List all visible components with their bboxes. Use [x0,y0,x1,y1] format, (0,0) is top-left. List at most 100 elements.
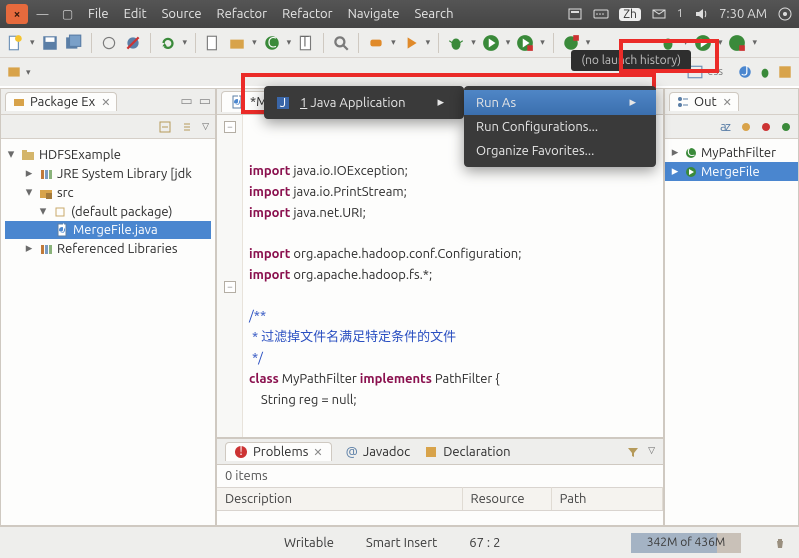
menu-navigate[interactable]: Navigate [342,7,406,21]
toggle-mark-icon[interactable] [100,34,118,52]
tree-file-mergefile[interactable]: J MergeFile.java [5,221,211,239]
menu-source[interactable]: Source [156,7,208,21]
menu-search[interactable]: Search [408,7,459,21]
outline-item-mypathfilter[interactable]: ▸ C MyPathFilter [665,143,798,162]
view-toolbar: ▽ [1,115,215,139]
tab-javadoc[interactable]: @ Javadoc [346,445,411,459]
search-button[interactable] [332,34,350,52]
tree-label: JRE System Library [jdk [57,167,192,181]
hide-static-icon[interactable] [760,121,772,133]
tab-problems[interactable]: ! Problems ✕ [225,442,332,461]
outline-tab[interactable]: Out ✕ [669,92,739,111]
menu-item-java-application[interactable]: J 1 Java Application ▸ [264,90,464,115]
new-project-button[interactable] [6,64,22,80]
package-explorer-view: Package Ex ✕ ▭ ▭ ▽ ▾ HDFSExample ▸ JRE S… [0,88,216,526]
run-dropdown[interactable] [694,34,712,52]
separator [150,33,151,53]
hide-nonpublic-icon[interactable] [780,121,792,133]
tree-src[interactable]: ▾ src [5,183,211,202]
menu-refactor[interactable]: Refactor [211,7,274,21]
fold-icon[interactable]: − [224,281,236,293]
ime-badge[interactable]: Zh [619,8,641,21]
open-type-button[interactable]: C [263,34,281,52]
debug-last-button[interactable] [367,34,385,52]
tree-referenced-libraries[interactable]: ▸ Referenced Libraries [5,239,211,258]
run-submenu: Run As ▸ Run Configurations... Organize … [464,86,656,167]
run-last-button[interactable] [402,34,420,52]
new-class-button[interactable] [204,34,222,52]
filters-icon[interactable] [626,445,640,459]
menu-item-run-configurations[interactable]: Run Configurations... [464,115,656,139]
project-tree[interactable]: ▾ HDFSExample ▸ JRE System Library [jdk … [1,139,215,264]
tree-label: (default package) [71,205,173,219]
text-button[interactable]: T [297,34,315,52]
close-icon[interactable]: ✕ [723,96,732,109]
svg-text:J: J [59,223,65,236]
session-icon[interactable] [777,6,793,22]
problems-table[interactable]: Description Resource Path [217,487,663,511]
clock-text[interactable]: 7:30 AM [719,7,767,21]
submenu-arrow-icon: ▸ [437,95,444,110]
fold-icon[interactable]: − [224,121,236,133]
tree-project[interactable]: ▾ HDFSExample [5,145,211,164]
close-icon[interactable]: ✕ [101,96,110,109]
close-window-button[interactable]: × [6,4,28,24]
resource-perspective-button[interactable] [777,64,793,80]
library-icon [39,242,53,256]
maximize-window-button[interactable]: ▢ [57,4,78,25]
link-editor-icon[interactable] [180,120,194,134]
java-perspective-button[interactable]: J [737,64,753,80]
menu-edit[interactable]: Edit [118,7,153,21]
hide-fields-icon[interactable] [740,121,752,133]
minimize-window-button[interactable]: — [32,4,53,25]
coverage-button[interactable] [516,34,534,52]
keyboard-icon[interactable] [593,6,609,22]
debug-perspective-button[interactable] [757,64,773,80]
run-dropdown-2[interactable] [728,34,746,52]
ext-tools-button[interactable] [562,34,580,52]
refresh-button[interactable] [159,34,177,52]
new-button[interactable] [6,34,24,52]
class-runnable-icon [685,166,697,178]
indicator-icon[interactable] [567,6,583,22]
editor-gutter[interactable]: − − [217,115,243,437]
collapse-all-icon[interactable] [158,120,172,134]
maximize-view-icon[interactable]: ▭ [199,94,211,109]
menu-item-organize-favorites[interactable]: Organize Favorites... [464,139,656,163]
save-button[interactable] [41,34,59,52]
heap-gc-icon[interactable] [773,536,787,550]
run-button[interactable] [482,34,500,52]
status-writable: Writable [284,536,334,550]
column-path[interactable]: Path [551,488,662,511]
tab-declaration[interactable]: Declaration [424,445,510,459]
menu-item-run-as[interactable]: Run As ▸ [464,90,656,115]
tree-default-package[interactable]: ▾ (default package) [5,202,211,221]
view-menu-icon[interactable]: ▽ [648,445,655,459]
project-icon [21,148,35,162]
heap-status[interactable]: 342M of 436M [631,533,741,553]
mail-icon[interactable] [651,6,667,22]
tree-label: src [57,186,74,200]
debug-dropdown[interactable] [659,34,677,52]
column-description[interactable]: Description [217,488,462,511]
save-all-button[interactable] [65,34,83,52]
package-explorer-tab[interactable]: Package Ex ✕ [5,92,117,111]
sort-icon[interactable]: az [720,121,732,133]
problems-icon: ! [234,445,248,459]
tab-label: Out [694,95,717,109]
menu-file[interactable]: File [82,7,115,21]
column-resource[interactable]: Resource [462,488,551,511]
item-label: MyPathFilter [701,146,776,160]
tree-jre[interactable]: ▸ JRE System Library [jdk [5,164,211,183]
minimize-view-icon[interactable]: ▭ [180,94,192,109]
source-folder-icon [39,186,53,200]
view-menu-icon[interactable]: ▽ [202,121,209,132]
new-package-button[interactable] [228,34,246,52]
close-icon[interactable]: ✕ [313,446,322,459]
menu-refactor-2[interactable]: Refactor [276,7,339,21]
outline-item-mergefile[interactable]: ▸ MergeFile [665,162,798,181]
heap-text: 342M of 436M [631,533,741,553]
debug-button[interactable] [447,34,465,52]
skip-breakpoints-button[interactable] [124,34,142,52]
volume-icon[interactable] [693,6,709,22]
